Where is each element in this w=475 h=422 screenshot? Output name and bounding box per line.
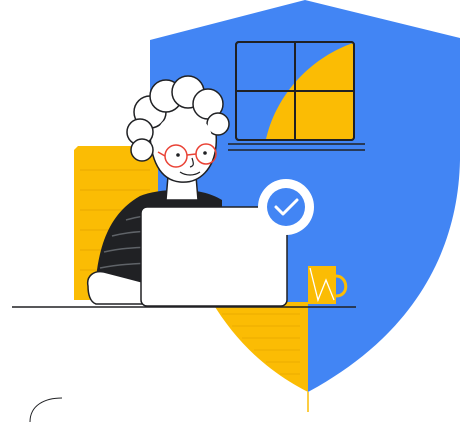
decorative-arc <box>29 397 63 422</box>
illustration-svg <box>12 0 460 422</box>
check-icon <box>258 179 314 235</box>
window-icon <box>228 41 365 151</box>
illustration-canvas <box>0 0 475 422</box>
